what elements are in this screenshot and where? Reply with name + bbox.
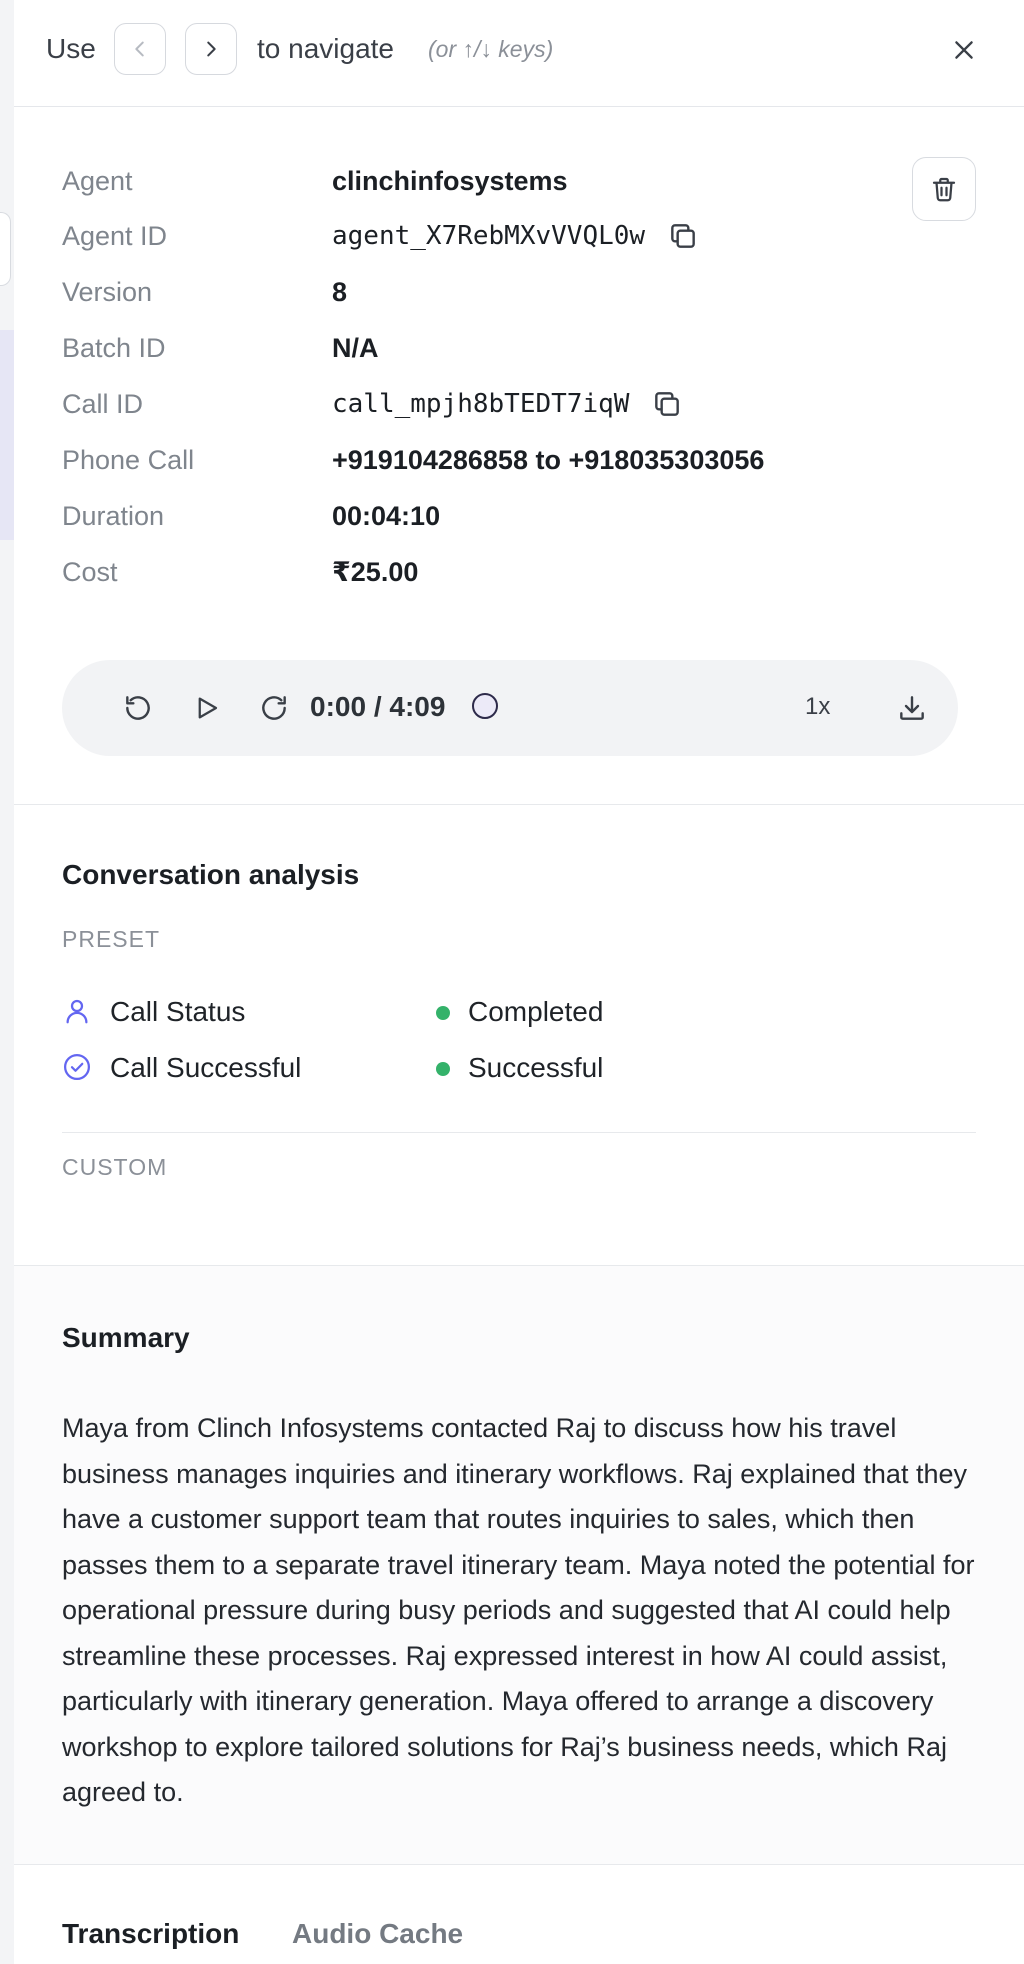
close-icon — [955, 41, 973, 59]
custom-label: CUSTOM — [62, 1154, 168, 1180]
close-button[interactable] — [944, 30, 984, 70]
analysis-row-call-status: Call Status Completed — [62, 990, 962, 1034]
copy-icon — [671, 224, 695, 248]
section-divider — [14, 1864, 1024, 1865]
subsection-divider — [62, 1132, 976, 1133]
duration-value: 00:04:10 — [332, 500, 441, 531]
chevron-left-icon — [135, 41, 144, 57]
cost-value: ₹25.00 — [332, 556, 419, 587]
to-navigate-label: to navigate — [257, 33, 394, 64]
background-selected-row — [0, 330, 14, 540]
next-call-button[interactable] — [185, 23, 237, 75]
tab-transcription[interactable]: Transcription — [62, 1918, 239, 1950]
playback-speed-button[interactable]: 1x — [805, 693, 830, 721]
delete-call-button[interactable] — [912, 157, 976, 221]
summary-text: Maya from Clinch Infosystems contacted R… — [62, 1413, 975, 1807]
status-dot — [436, 1006, 450, 1020]
batch-id-value: N/A — [332, 332, 379, 363]
user-icon — [66, 999, 88, 1024]
keys-hint: (or ↑/↓ keys) — [428, 36, 554, 62]
copy-icon — [655, 392, 680, 416]
copy-agent-id-button[interactable] — [667, 220, 699, 252]
phone-call-value: +919104286858 to +918035303056 — [332, 444, 765, 475]
copy-call-id-button[interactable] — [651, 388, 683, 420]
conversation-analysis-title: Conversation analysis — [62, 859, 360, 890]
previous-call-button[interactable] — [114, 23, 166, 75]
agent-name: clinchinfosystems — [332, 165, 568, 196]
analysis-row-call-successful: Call Successful Successful — [62, 1046, 962, 1090]
seek-slider-handle[interactable] — [472, 693, 498, 719]
download-button[interactable] — [892, 688, 932, 728]
rewind-icon — [126, 696, 150, 720]
detail-label: Phone Call — [62, 444, 195, 475]
audio-player: 0:00 / 4:09 1x — [62, 660, 958, 756]
play-icon — [198, 697, 218, 719]
preset-label: PRESET — [62, 926, 161, 952]
analysis-status: Successful — [468, 1052, 604, 1083]
call-id-value: call_mpjh8bTEDT7iqW — [332, 388, 683, 420]
tab-audio-cache[interactable]: Audio Cache — [292, 1918, 463, 1950]
chevron-right-icon — [207, 41, 216, 57]
section-divider — [14, 804, 1024, 805]
agent-id-value: agent_X7RebMXvVVQL0w — [332, 220, 699, 252]
detail-label: Cost — [62, 556, 118, 587]
check-circle-icon — [64, 1054, 90, 1080]
analysis-name: Call Status — [110, 996, 246, 1027]
detail-label: Agent — [62, 165, 133, 196]
detail-label: Batch ID — [62, 332, 166, 363]
play-button[interactable] — [186, 688, 226, 728]
forward-button[interactable] — [254, 688, 294, 728]
summary-title: Summary — [62, 1322, 190, 1353]
agent-id-text: agent_X7RebMXvVVQL0w — [332, 221, 646, 251]
use-label: Use — [46, 33, 96, 64]
detail-label: Duration — [62, 500, 165, 531]
download-icon — [900, 696, 924, 720]
analysis-status: Completed — [468, 996, 604, 1027]
background-list-edge — [0, 0, 15, 1964]
analysis-name: Call Successful — [110, 1052, 302, 1083]
version-value: 8 — [332, 276, 348, 307]
rewind-button[interactable] — [118, 688, 158, 728]
detail-label: Version — [62, 276, 153, 307]
background-list-card — [0, 212, 11, 286]
playback-time: 0:00 / 4:09 — [310, 691, 446, 722]
forward-icon — [262, 696, 286, 720]
detail-label: Call ID — [62, 388, 144, 419]
call-detail-panel: Use to navigate (or ↑/↓ keys) Agent clin… — [14, 0, 1024, 1964]
trash-icon — [932, 177, 956, 202]
detail-label: Agent ID — [62, 220, 168, 251]
status-dot — [436, 1062, 450, 1076]
call-id-text: call_mpjh8bTEDT7iqW — [332, 389, 630, 419]
navigation-bar: Use to navigate (or ↑/↓ keys) — [14, 0, 1024, 107]
